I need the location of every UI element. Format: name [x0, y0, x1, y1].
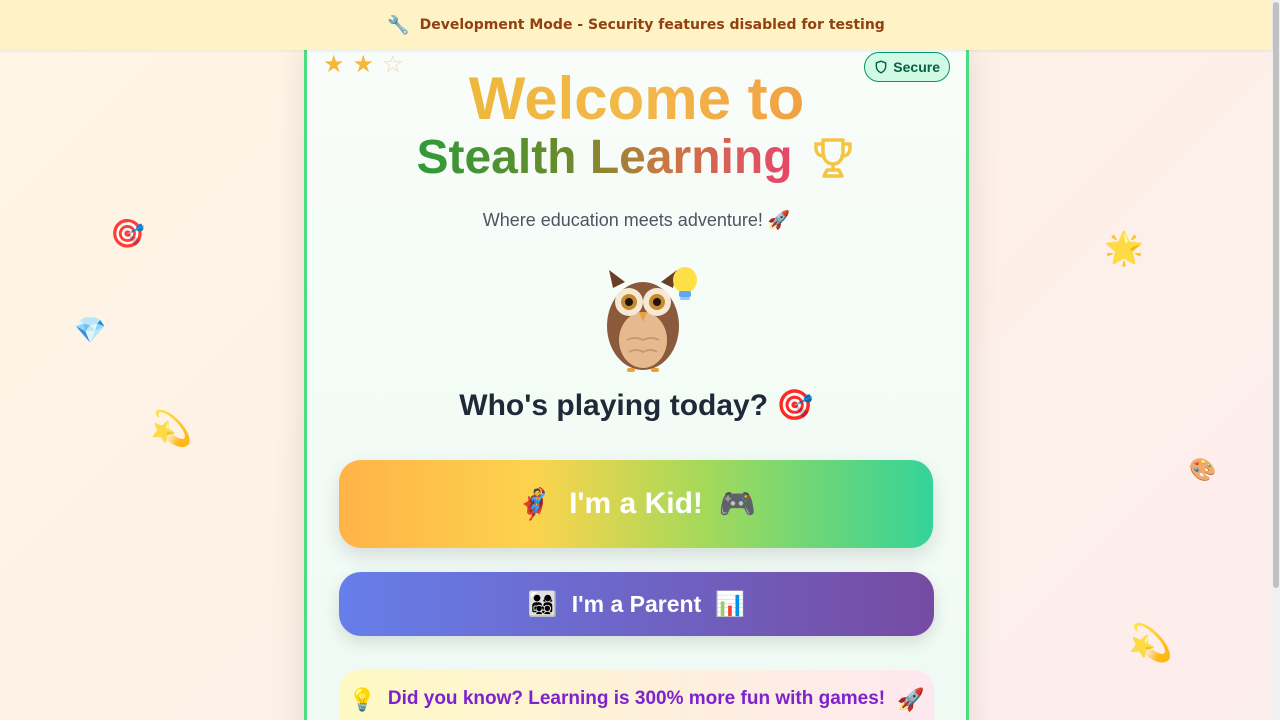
fun-fact-text: Did you know? Learning is 300% more fun … [387, 688, 886, 709]
owl-icon [607, 267, 697, 372]
page-title-line1: Welcome to [307, 64, 966, 133]
lightbulb-icon [673, 267, 697, 300]
dev-mode-text: Development Mode - Security features dis… [419, 17, 885, 33]
app-name: Stealth Learning [416, 131, 793, 184]
parent-button-label: I'm a Parent [571, 590, 702, 617]
dev-mode-banner: 🔧 Development Mode - Security features d… [0, 0, 1272, 50]
target-icon: 🎯 [110, 217, 145, 250]
role-question: Who's playing today? 🎯 [459, 389, 814, 422]
kid-button-label: I'm a Kid! [569, 487, 703, 520]
lightbulb-icon: 💡 [348, 688, 376, 713]
kid-role-button[interactable]: 🦸 I'm a Kid! 🎮 [339, 460, 933, 548]
glowing-star-icon: 🌟 [1104, 229, 1144, 267]
gem-icon: 💎 [74, 316, 107, 346]
tagline: Where education meets adventure! 🚀 [482, 210, 791, 230]
palette-icon: 🎨 [1189, 458, 1217, 483]
wrench-icon: 🔧 [387, 14, 410, 36]
bar-chart-icon: 📊 [715, 590, 746, 618]
rocket-icon: 🚀 [897, 688, 925, 713]
sparkle-star-icon: 💫 [150, 409, 193, 449]
welcome-card: ★ ★ ☆ Secure Welcome to Stealth Learning… [304, 40, 969, 720]
parent-role-button[interactable]: 👨‍👩‍👧‍👦 I'm a Parent 📊 [339, 572, 934, 636]
scrollbar-track[interactable] [1272, 0, 1280, 720]
superhero-icon: 🦸 [515, 486, 554, 522]
fun-fact-box: 💡 Did you know? Learning is 300% more fu… [339, 670, 934, 720]
dizzy-star-icon: 💫 [1128, 623, 1173, 664]
trophy-icon [813, 137, 852, 178]
gamepad-icon: 🎮 [718, 486, 757, 522]
family-icon: 👨‍👩‍👧‍👦 [527, 590, 558, 618]
scrollbar-thumb[interactable] [1273, 2, 1279, 588]
page-title-line2: Stealth Learning [307, 130, 966, 185]
